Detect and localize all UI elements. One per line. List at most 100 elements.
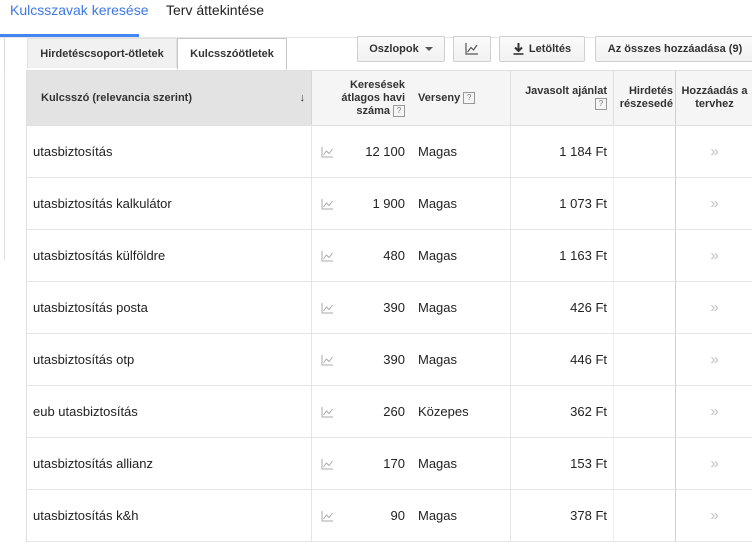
chart-toggle-button[interactable] — [453, 36, 491, 62]
volume-cell: 90 — [390, 508, 405, 523]
trend-button[interactable] — [312, 490, 342, 541]
header-share-line2: részesedé — [619, 98, 673, 110]
header-share-line1: Hirdetés — [628, 85, 673, 97]
trend-button[interactable] — [312, 178, 342, 229]
double-chevron-right-icon: » — [710, 143, 719, 160]
keyword-cell: utasbiztosítás otp — [27, 334, 312, 385]
line-chart-icon — [321, 511, 333, 522]
competition-cell: Magas — [411, 490, 511, 541]
tab-keyword-search[interactable]: Kulcsszavak keresése — [10, 2, 149, 18]
trend-button[interactable] — [312, 386, 342, 437]
volume-cell: 480 — [383, 248, 405, 263]
table-row: utasbiztosítás posta 390 Magas 426 Ft » — [27, 282, 752, 334]
header-bid-label: Javasolt ajánlat — [525, 85, 607, 97]
header-competition[interactable]: Verseny? — [411, 71, 511, 125]
bid-cell: 446 Ft — [570, 352, 607, 367]
help-icon[interactable]: ? — [595, 98, 607, 111]
bid-cell: 1 163 Ft — [559, 248, 607, 263]
sub-toolbar: Hirdetéscsoport-ötletek Kulcsszóötletek … — [4, 36, 752, 70]
line-chart-icon — [321, 199, 333, 210]
competition-cell: Magas — [411, 230, 511, 281]
table-row: utasbiztosítás allianz 170 Magas 153 Ft … — [27, 438, 752, 490]
table-header: Kulcsszó (relevancia szerint) ↓ Keresése… — [27, 70, 752, 126]
help-icon[interactable]: ? — [393, 105, 405, 118]
trend-button[interactable] — [312, 126, 342, 177]
table-row: utasbiztosítás k&h 90 Magas 378 Ft » — [27, 490, 752, 542]
volume-cell: 260 — [383, 404, 405, 419]
keyword-cell: eub utasbiztosítás — [27, 386, 312, 437]
add-to-plan-button[interactable]: » — [675, 438, 752, 489]
share-cell — [613, 490, 675, 541]
bid-cell: 426 Ft — [570, 300, 607, 315]
double-chevron-right-icon: » — [710, 507, 719, 524]
trend-button[interactable] — [312, 438, 342, 489]
columns-label: Oszlopok — [369, 43, 419, 55]
keyword-cell: utasbiztosítás allianz — [27, 438, 312, 489]
table-row: utasbiztosítás otp 390 Magas 446 Ft » — [27, 334, 752, 386]
keyword-cell: utasbiztosítás — [27, 126, 312, 177]
trend-button[interactable] — [312, 334, 342, 385]
volume-cell: 1 900 — [372, 196, 405, 211]
bid-cell: 1 073 Ft — [559, 196, 607, 211]
volume-cell: 390 — [383, 352, 405, 367]
add-all-button[interactable]: Az összes hozzáadása (9) — [595, 36, 752, 62]
help-icon[interactable]: ? — [463, 92, 476, 105]
line-chart-icon — [321, 303, 333, 314]
share-cell — [613, 282, 675, 333]
panel-left-border — [4, 70, 5, 260]
share-cell — [613, 126, 675, 177]
header-add-line2: tervhez — [695, 98, 734, 110]
header-ad-share[interactable]: Hirdetés részesedé — [613, 71, 675, 125]
double-chevron-right-icon: » — [710, 247, 719, 264]
add-to-plan-button[interactable]: » — [675, 282, 752, 333]
keyword-ideas-table: Kulcsszó (relevancia szerint) ↓ Keresése… — [26, 70, 752, 542]
top-tab-bar: Kulcsszavak keresése Terv áttekintése — [0, 0, 752, 37]
trend-button[interactable] — [312, 230, 342, 281]
sort-down-arrow-icon: ↓ — [299, 92, 306, 104]
add-to-plan-button[interactable]: » — [675, 230, 752, 281]
bid-cell: 362 Ft — [570, 404, 607, 419]
trend-button[interactable] — [312, 282, 342, 333]
header-volume-line2: átlagos havi — [341, 92, 405, 104]
table-row: eub utasbiztosítás 260 Közepes 362 Ft » — [27, 386, 752, 438]
line-chart-icon — [465, 43, 478, 55]
add-to-plan-button[interactable]: » — [675, 334, 752, 385]
download-button[interactable]: Letöltés — [499, 36, 585, 62]
line-chart-icon — [321, 459, 333, 470]
add-to-plan-button[interactable]: » — [675, 178, 752, 229]
header-keyword[interactable]: Kulcsszó (relevancia szerint) ↓ — [27, 71, 312, 125]
header-search-volume[interactable]: Keresések átlagos havi száma? — [312, 71, 411, 125]
keyword-cell: utasbiztosítás posta — [27, 282, 312, 333]
add-to-plan-button[interactable]: » — [675, 126, 752, 177]
competition-cell: Magas — [411, 126, 511, 177]
columns-button[interactable]: Oszlopok — [357, 36, 445, 62]
header-keyword-label: Kulcsszó (relevancia szerint) — [41, 92, 193, 104]
double-chevron-right-icon: » — [710, 455, 719, 472]
share-cell — [613, 178, 675, 229]
double-chevron-right-icon: » — [710, 403, 719, 420]
header-suggested-bid[interactable]: Javasolt ajánlat ? — [511, 71, 613, 125]
keyword-cell: utasbiztosítás k&h — [27, 490, 312, 541]
chevron-down-icon — [424, 47, 433, 52]
double-chevron-right-icon: » — [710, 195, 719, 212]
add-to-plan-button[interactable]: » — [675, 490, 752, 541]
competition-cell: Magas — [411, 438, 511, 489]
bid-cell: 378 Ft — [570, 508, 607, 523]
tab-ad-group-ideas[interactable]: Hirdetéscsoport-ötletek — [27, 38, 177, 68]
keyword-cell: utasbiztosítás külföldre — [27, 230, 312, 281]
share-cell — [613, 230, 675, 281]
line-chart-icon — [321, 251, 333, 262]
line-chart-icon — [321, 407, 333, 418]
volume-cell: 390 — [383, 300, 405, 315]
add-to-plan-button[interactable]: » — [675, 386, 752, 437]
share-cell — [613, 386, 675, 437]
double-chevron-right-icon: » — [710, 351, 719, 368]
tab-plan-overview[interactable]: Terv áttekintése — [166, 2, 264, 18]
line-chart-icon — [321, 147, 333, 158]
header-volume-line3: száma — [356, 105, 390, 117]
bid-cell: 1 184 Ft — [559, 144, 607, 159]
add-all-label: Az összes hozzáadása (9) — [607, 43, 743, 55]
competition-cell: Közepes — [411, 386, 511, 437]
table-row: utasbiztosítás kalkulátor 1 900 Magas 1 … — [27, 178, 752, 230]
tab-keyword-ideas[interactable]: Kulcsszóötletek — [177, 38, 287, 70]
